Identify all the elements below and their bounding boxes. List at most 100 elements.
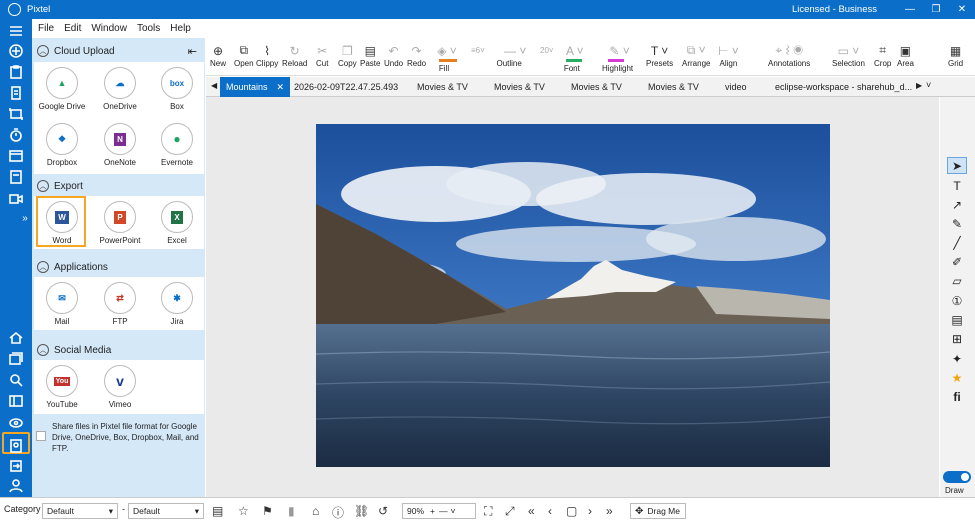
page-view-icon[interactable]: ▢ bbox=[566, 504, 577, 518]
magic-tool-icon[interactable]: ✦ bbox=[947, 350, 967, 367]
region-icon[interactable] bbox=[7, 106, 25, 122]
applications-header[interactable]: ︿ Applications bbox=[32, 257, 205, 277]
tab-movies-tv-2[interactable]: Movies & TV bbox=[488, 77, 551, 97]
tabs-scroll-left-icon[interactable]: ◀ bbox=[211, 81, 217, 90]
menu-file[interactable]: File bbox=[38, 23, 54, 34]
secondary-select[interactable]: Default ▾ bbox=[128, 503, 204, 519]
contacts-icon[interactable] bbox=[7, 438, 25, 454]
youtube-tile[interactable]: You YouTube bbox=[37, 365, 87, 409]
tab-movies-tv-1[interactable]: Movies & TV bbox=[411, 77, 474, 97]
new-button[interactable]: ⊕ New bbox=[210, 42, 226, 69]
line-tool-icon[interactable]: ╱ bbox=[947, 234, 967, 251]
paste-button[interactable]: ▤ Paste bbox=[360, 42, 380, 69]
search-icon[interactable] bbox=[7, 372, 25, 388]
step-number-tool-icon[interactable]: ① bbox=[947, 292, 967, 309]
home-icon[interactable] bbox=[7, 330, 25, 346]
video-icon[interactable] bbox=[7, 191, 25, 207]
close-icon[interactable]: ✕ bbox=[949, 4, 975, 15]
tab-movies-tv-3[interactable]: Movies & TV bbox=[565, 77, 628, 97]
stamp-tool-icon[interactable]: ▤ bbox=[947, 311, 967, 328]
timer-icon[interactable] bbox=[7, 127, 25, 143]
vimeo-tile[interactable]: v Vimeo bbox=[95, 365, 145, 409]
minimize-icon[interactable]: — bbox=[897, 4, 923, 15]
grid-button[interactable]: ▦ Grid bbox=[948, 42, 963, 69]
dropbox-tile[interactable]: ❖ Dropbox bbox=[37, 123, 87, 167]
close-tab-icon[interactable]: ✕ bbox=[276, 82, 284, 93]
text-tool-icon[interactable]: T bbox=[947, 177, 967, 194]
share-format-checkbox[interactable] bbox=[36, 431, 46, 441]
share-icon[interactable] bbox=[7, 415, 25, 431]
open-button[interactable]: ⧉ Open bbox=[234, 42, 254, 68]
menu-edit[interactable]: Edit bbox=[64, 23, 81, 34]
align-button[interactable]: ⊢ ˅ Align bbox=[718, 42, 739, 69]
pen-tool-icon[interactable]: ✎ bbox=[947, 215, 967, 232]
area-button[interactable]: ▣ Area bbox=[897, 42, 914, 69]
tab-eclipse-workspace[interactable]: eclipse-workspace - sharehub_d... bbox=[769, 77, 914, 97]
onedrive-tile[interactable]: ☁ OneDrive bbox=[95, 67, 145, 111]
highlight-button[interactable]: ✎ ˅ Highlight bbox=[602, 42, 633, 74]
info-icon[interactable]: ⓘ bbox=[332, 504, 344, 521]
mountain-lake-photo[interactable] bbox=[316, 124, 830, 467]
hamburger-menu-icon[interactable] bbox=[7, 23, 25, 39]
first-page-icon[interactable]: « bbox=[528, 504, 535, 518]
zoom-control[interactable]: 90% + — ˅ bbox=[402, 503, 476, 519]
fit-screen-icon[interactable]: ⛶ bbox=[484, 504, 492, 519]
google-drive-tile[interactable]: ▲ Google Drive bbox=[37, 67, 87, 111]
selection-button[interactable]: ▭ ˅ Selection bbox=[832, 42, 865, 69]
social-media-header[interactable]: ︿ Social Media bbox=[32, 340, 205, 360]
ligature-tool-icon[interactable]: fi bbox=[947, 388, 967, 405]
marker-tool-icon[interactable]: ✐ bbox=[947, 253, 967, 270]
outline-button[interactable]: — ˅ Outline bbox=[496, 42, 526, 69]
gallery-icon[interactable] bbox=[7, 351, 25, 367]
star-icon[interactable]: ☆ bbox=[238, 504, 249, 518]
collapse-chevron-icon[interactable]: ︿ bbox=[37, 344, 49, 356]
tab-movies-tv-4[interactable]: Movies & TV bbox=[642, 77, 705, 97]
flag-icon[interactable]: ⚑ bbox=[262, 504, 273, 518]
tabs-scroll-right-icon[interactable]: ▶ bbox=[916, 81, 922, 90]
drag-me-button[interactable]: ✥ Drag Me bbox=[630, 503, 686, 519]
redo-button[interactable]: ↷ Redo bbox=[407, 42, 426, 69]
evernote-tile[interactable]: ● Evernote bbox=[152, 123, 202, 167]
next-page-icon[interactable]: › bbox=[588, 504, 592, 518]
clipboard-icon[interactable] bbox=[7, 64, 25, 80]
capture-icon[interactable] bbox=[7, 43, 25, 59]
crop-button[interactable]: ⌗ Crop bbox=[874, 42, 891, 68]
copy-button[interactable]: ❐ Copy bbox=[338, 42, 357, 69]
shape-tool-icon[interactable]: ▱ bbox=[947, 272, 967, 289]
scrolling-icon[interactable] bbox=[7, 169, 25, 185]
library-icon[interactable] bbox=[7, 393, 25, 409]
zoom-dropdown-icon[interactable]: ˅ bbox=[450, 506, 455, 516]
document-icon[interactable] bbox=[7, 85, 25, 101]
arrange-button[interactable]: ⧉ ˅ Arrange bbox=[682, 42, 710, 68]
select-tool-icon[interactable]: ➤ bbox=[947, 157, 967, 174]
presets-button[interactable]: T ˅ Presets bbox=[646, 42, 673, 69]
link-icon[interactable]: ⛓ bbox=[354, 504, 369, 518]
bookmark-icon[interactable]: ▮ bbox=[288, 504, 295, 518]
tab-timestamp[interactable]: 2026-02-09T22.47.25.493 bbox=[288, 77, 404, 97]
history-icon[interactable]: ↺ bbox=[378, 504, 388, 518]
undo-button[interactable]: ↶ Undo bbox=[384, 42, 403, 69]
outline-width-select[interactable]: ≡ 6 ˅ bbox=[471, 42, 485, 59]
menu-help[interactable]: Help bbox=[170, 23, 191, 34]
collapse-chevron-icon[interactable]: ︿ bbox=[37, 45, 49, 57]
font-button[interactable]: A ˅ Font bbox=[564, 42, 584, 74]
zoom-out-icon[interactable]: — bbox=[439, 506, 448, 516]
annotations-button[interactable]: ⌖ ⌇ ◉ Annotations bbox=[768, 42, 810, 68]
collapse-chevron-icon[interactable]: ︿ bbox=[37, 261, 49, 273]
collapse-panel-icon[interactable]: ⇤ bbox=[188, 45, 197, 58]
blur-tool-icon[interactable]: ⊞ bbox=[947, 330, 967, 347]
tab-video[interactable]: video bbox=[719, 77, 753, 97]
arrow-tool-icon[interactable]: ↗ bbox=[947, 196, 967, 213]
box-tile[interactable]: box Box bbox=[152, 67, 202, 111]
expand-icon[interactable]: ⤢ bbox=[505, 504, 515, 519]
export-header[interactable]: ︿ Export bbox=[32, 176, 205, 196]
cloud-upload-header[interactable]: ︿ Cloud Upload ⇤ bbox=[32, 41, 205, 61]
zoom-in-icon[interactable]: + bbox=[430, 506, 435, 516]
notes-icon[interactable]: ▤ bbox=[212, 504, 223, 518]
expand-chevron-icon[interactable]: » bbox=[20, 210, 30, 226]
restore-icon[interactable]: ❐ bbox=[923, 4, 949, 15]
onenote-tile[interactable]: N OneNote bbox=[95, 123, 145, 167]
mail-tile[interactable]: ✉ Mail bbox=[37, 282, 87, 326]
user-icon[interactable] bbox=[7, 478, 25, 494]
menu-window[interactable]: Window bbox=[91, 23, 127, 34]
